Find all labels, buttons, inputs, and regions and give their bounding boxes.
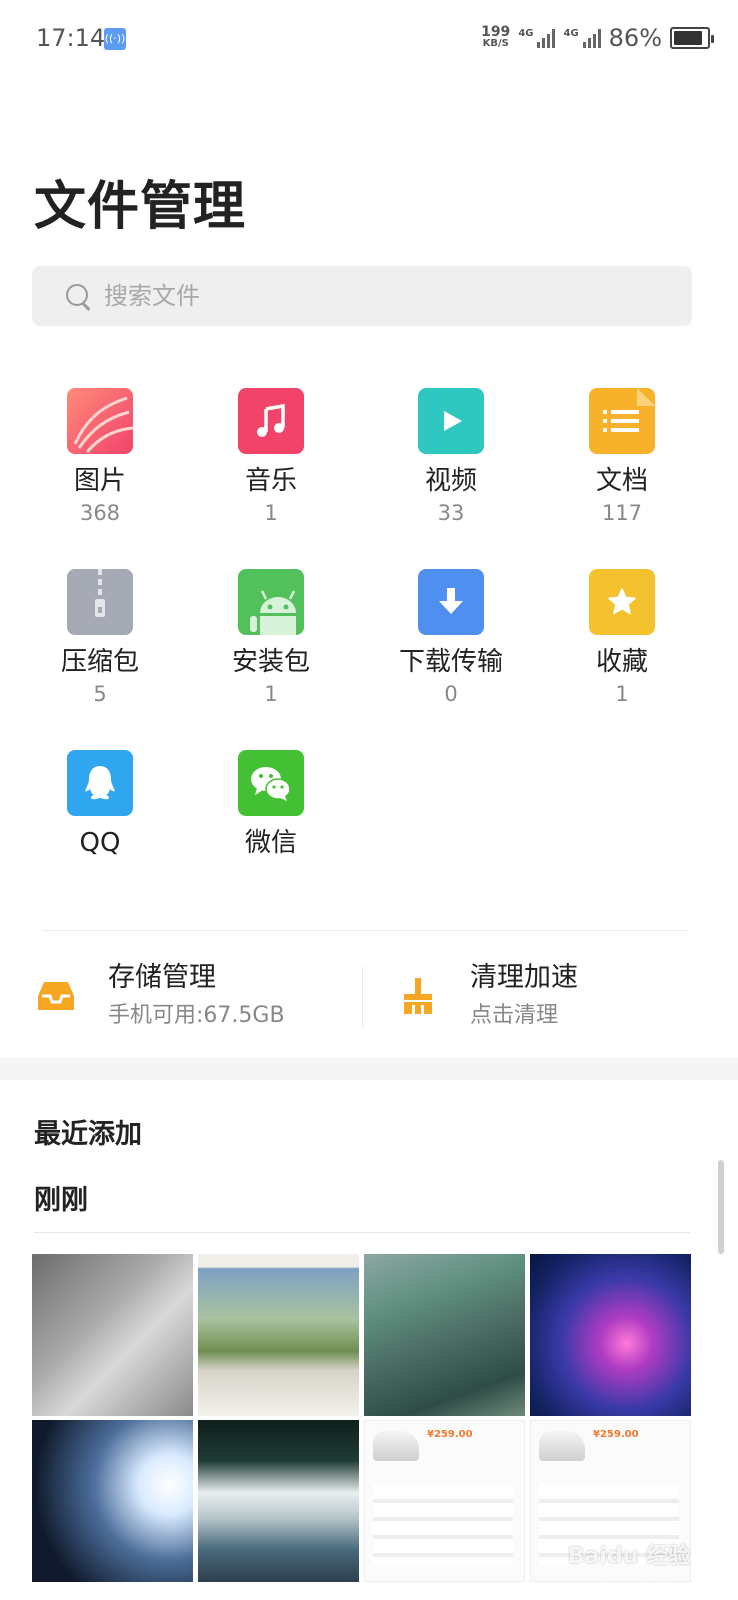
signal-bars-icon — [582, 28, 601, 48]
product-price: ¥259.00 — [593, 1429, 639, 1440]
size-grid — [373, 1485, 513, 1565]
network-speed-unit: KB/S — [482, 38, 509, 49]
category-label: 收藏 — [595, 647, 648, 677]
recent-thumbnail[interactable] — [32, 1254, 193, 1416]
page-title: 文件管理 — [34, 177, 247, 237]
clock: 17:14 — [36, 24, 106, 52]
category-label: 文档 — [595, 466, 648, 496]
network-type-1: 4G — [518, 28, 534, 39]
android-icon — [238, 569, 304, 635]
search-bar[interactable] — [32, 266, 692, 326]
wechat-icon — [238, 750, 304, 816]
recent-thumbnail[interactable] — [198, 1254, 359, 1416]
category-favorites[interactable]: 收藏 1 — [537, 569, 707, 709]
category-count: 368 — [79, 501, 121, 525]
category-count: 5 — [93, 682, 107, 706]
category-label: 图片 — [73, 466, 126, 496]
cleanup-title: 清理加速 — [470, 962, 578, 993]
search-input[interactable] — [104, 282, 624, 310]
category-label: 下载传输 — [398, 647, 503, 677]
category-pictures[interactable]: 图片 368 — [15, 388, 185, 528]
category-label: 安装包 — [231, 647, 310, 677]
status-indicators: 199 KB/S 4G 4G 86% — [481, 22, 714, 54]
hotspot-icon: ((·)) — [104, 28, 126, 50]
product-price: ¥259.00 — [427, 1429, 473, 1440]
category-label: QQ — [79, 828, 121, 858]
qq-icon — [67, 750, 133, 816]
battery-icon — [670, 27, 714, 49]
recent-thumbnail[interactable] — [364, 1254, 525, 1416]
category-documents[interactable]: 文档 117 — [537, 388, 707, 528]
category-music[interactable]: 音乐 1 — [186, 388, 356, 528]
category-archives[interactable]: 压缩包 5 — [15, 569, 185, 709]
signal-bars-icon — [537, 28, 556, 48]
signal-2: 4G — [563, 28, 601, 48]
storage-subtitle: 手机可用:67.5GB — [108, 1003, 285, 1028]
category-qq[interactable]: QQ — [15, 750, 185, 860]
divider — [42, 930, 688, 931]
recent-group-title: 刚刚 — [34, 1185, 88, 1216]
shoe-image — [539, 1431, 585, 1461]
recent-thumbnail[interactable] — [530, 1254, 691, 1416]
storage-management-button[interactable]: 存储管理 手机可用:67.5GB — [36, 958, 285, 1038]
category-downloads[interactable]: 下载传输 0 — [366, 569, 536, 709]
recent-thumbnail[interactable] — [198, 1420, 359, 1582]
category-count: 117 — [601, 501, 643, 525]
picture-icon — [67, 388, 133, 454]
cleanup-button[interactable]: 清理加速 点击清理 — [398, 958, 578, 1038]
separator — [362, 966, 363, 1028]
section-gap — [0, 1058, 738, 1080]
music-note-icon — [238, 388, 304, 454]
category-label: 视频 — [424, 466, 477, 496]
watermark-url: jingyan.baidu.com — [598, 1579, 700, 1592]
storage-title: 存储管理 — [108, 962, 216, 993]
category-videos[interactable]: 视频 33 — [366, 388, 536, 528]
document-icon — [589, 388, 655, 454]
zip-icon — [67, 569, 133, 635]
divider — [34, 1232, 690, 1233]
play-icon — [418, 388, 484, 454]
shoe-image — [373, 1431, 419, 1461]
watermark: Baidu 经验 — [567, 1544, 690, 1569]
cleanup-subtitle: 点击清理 — [470, 1003, 559, 1028]
category-wechat[interactable]: 微信 — [186, 750, 356, 860]
network-speed-value: 199 — [481, 24, 511, 40]
category-label: 压缩包 — [60, 647, 139, 677]
download-icon — [418, 569, 484, 635]
star-icon — [589, 569, 655, 635]
signal-1: 4G — [518, 28, 556, 48]
category-count: 0 — [444, 682, 458, 706]
recent-thumbnail[interactable] — [32, 1420, 193, 1582]
category-count: 33 — [437, 501, 465, 525]
battery-percent: 86% — [608, 24, 662, 52]
network-speed: 199 KB/S — [481, 24, 511, 50]
category-count: 1 — [264, 682, 278, 706]
broom-icon — [398, 976, 442, 1020]
recent-section-title: 最近添加 — [34, 1119, 142, 1150]
category-count: 1 — [264, 501, 278, 525]
search-icon — [64, 282, 92, 310]
category-count: 1 — [615, 682, 629, 706]
network-type-2: 4G — [563, 28, 579, 39]
storage-tray-icon — [36, 976, 80, 1020]
category-label: 微信 — [244, 828, 297, 858]
status-bar: 17:14 ((·)) 199 KB/S 4G 4G 86% — [0, 0, 738, 80]
category-apks[interactable]: 安装包 1 — [186, 569, 356, 709]
scrollbar[interactable] — [718, 1160, 724, 1254]
category-label: 音乐 — [244, 466, 297, 496]
recent-thumbnail[interactable]: ¥259.00 — [364, 1420, 525, 1582]
